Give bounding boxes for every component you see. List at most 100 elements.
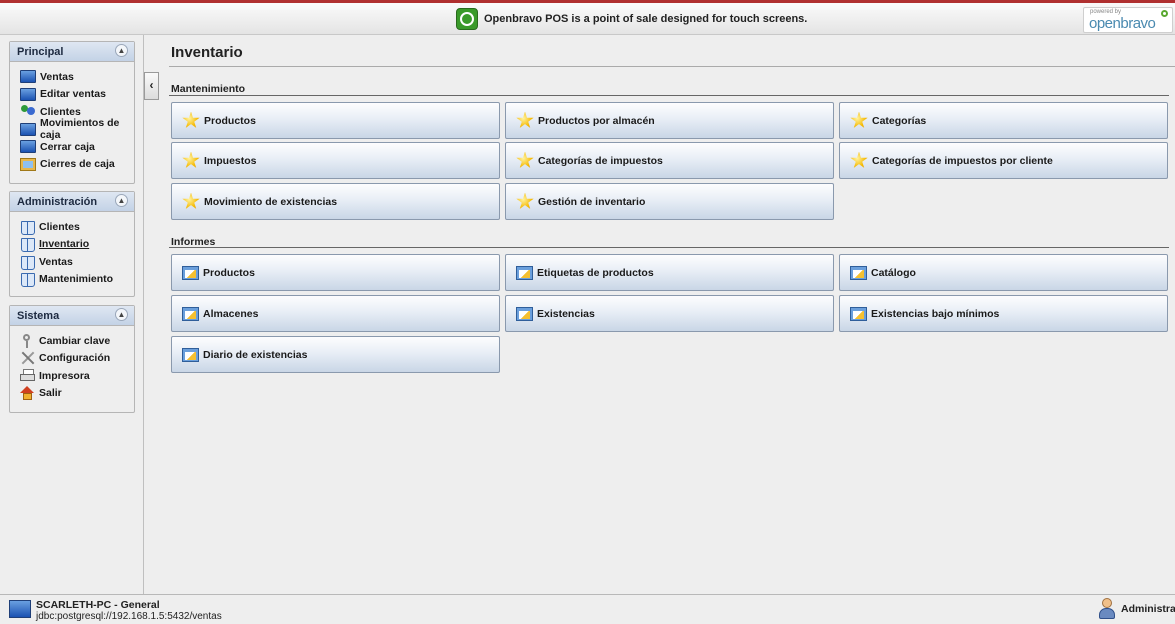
star-icon xyxy=(516,151,534,168)
printer-icon xyxy=(20,368,35,383)
collapse-sidebar-button[interactable]: ‹ xyxy=(144,72,159,100)
impuestos-button[interactable]: Impuestos xyxy=(171,142,500,179)
sidebar-item-ventas[interactable]: Ventas xyxy=(20,68,134,86)
book-icon xyxy=(20,220,35,235)
panel-header: Sistema ▲ xyxy=(10,306,134,326)
report-icon xyxy=(516,306,533,321)
sidebar-item-label: Movimientos de caja xyxy=(40,117,120,142)
button-label: Catálogo xyxy=(871,266,916,279)
sidebar-item-label: Inventario xyxy=(39,238,90,251)
sidebar-item-label: Salir xyxy=(39,387,62,400)
button-label: Productos por almacén xyxy=(538,114,655,127)
sidebar-item-label: Cambiar clave xyxy=(39,334,111,347)
collapse-chevron-icon[interactable]: ▲ xyxy=(115,194,128,207)
button-label: Almacenes xyxy=(203,307,259,320)
panel-sistema: Sistema ▲ Cambiar clave Configuración Im… xyxy=(9,305,135,413)
star-icon xyxy=(850,111,868,128)
tools-icon xyxy=(20,350,35,366)
report-almacenes-button[interactable]: Almacenes xyxy=(171,295,500,332)
sidebar-item-movimientos-de-caja[interactable]: Movimientos de caja xyxy=(20,117,134,141)
user-name[interactable]: Administrator xyxy=(1121,603,1175,615)
sidebar-item-editar-ventas[interactable]: Editar ventas xyxy=(20,86,134,104)
monitor-icon xyxy=(20,70,36,84)
star-icon xyxy=(516,192,534,209)
sidebar-item-mantenimiento[interactable]: Mantenimiento xyxy=(20,271,134,289)
sidebar-item-label: Editar ventas xyxy=(40,88,106,101)
panel-header: Principal ▲ xyxy=(10,42,134,62)
sidebar-item-inventario[interactable]: Inventario xyxy=(20,236,134,254)
collapse-chevron-icon[interactable]: ▲ xyxy=(115,44,128,57)
sidebar-item-label: Cierres de caja xyxy=(40,158,115,171)
sidebar-item-label: Mantenimiento xyxy=(39,273,114,286)
button-label: Categorías de impuestos por cliente xyxy=(872,154,1053,167)
monitor-icon xyxy=(20,122,36,136)
sidebar-item-cambiar-clave[interactable]: Cambiar clave xyxy=(20,332,134,350)
book-icon xyxy=(20,255,35,270)
panel-title: Principal xyxy=(17,46,64,58)
sidebar-item-ventas[interactable]: Ventas xyxy=(20,253,134,271)
openbravo-logo-icon xyxy=(456,8,478,30)
report-diario-de-existencias-button[interactable]: Diario de existencias xyxy=(171,336,500,373)
brand-ring-icon xyxy=(1161,10,1168,17)
star-icon xyxy=(850,151,868,168)
button-label: Gestión de inventario xyxy=(538,195,646,208)
button-label: Impuestos xyxy=(204,154,257,167)
report-existencias-button[interactable]: Existencias xyxy=(505,295,834,332)
panel-title: Administración xyxy=(17,196,98,208)
sidebar-item-cierres-de-caja[interactable]: Cierres de caja xyxy=(20,156,134,174)
database-url: jdbc:postgresql://192.168.1.5:5432/venta… xyxy=(36,611,222,622)
main-content: Inventario Mantenimiento Productos Produ… xyxy=(159,35,1175,594)
user-icon xyxy=(1099,598,1115,620)
star-icon xyxy=(516,111,534,128)
sidebar-item-label: Configuración xyxy=(39,352,111,365)
star-icon xyxy=(182,192,200,209)
report-icon xyxy=(850,265,867,280)
gestion-de-inventario-button[interactable]: Gestión de inventario xyxy=(505,183,834,220)
sidebar-item-impresora[interactable]: Impresora xyxy=(20,367,134,385)
page-title: Inventario xyxy=(171,44,243,61)
sidebar-item-label: Ventas xyxy=(40,70,74,83)
button-label: Existencias xyxy=(537,307,595,320)
button-label: Productos xyxy=(204,114,256,127)
report-productos-button[interactable]: Productos xyxy=(171,254,500,291)
button-label: Etiquetas de productos xyxy=(537,266,654,279)
productos-button[interactable]: Productos xyxy=(171,102,500,139)
title-divider xyxy=(169,66,1175,67)
sidebar-item-salir[interactable]: Salir xyxy=(20,385,134,403)
monitor-icon xyxy=(9,600,31,618)
sidebar: Principal ▲ Ventas Editar ventas Cliente… xyxy=(0,35,144,594)
top-banner: Openbravo POS is a point of sale designe… xyxy=(0,3,1175,35)
section-divider xyxy=(169,95,1169,96)
button-label: Productos xyxy=(203,266,255,279)
panel-header: Administración ▲ xyxy=(10,192,134,212)
button-label: Categorías xyxy=(872,114,927,127)
report-icon xyxy=(182,306,199,321)
button-label: Diario de existencias xyxy=(203,348,308,361)
panel-title: Sistema xyxy=(17,310,60,322)
section-label-mantenimiento: Mantenimiento xyxy=(171,83,246,95)
host-label: SCARLETH-PC - General xyxy=(36,599,160,611)
report-existencias-bajo-minimos-button[interactable]: Existencias bajo mínimos xyxy=(839,295,1168,332)
productos-por-almacen-button[interactable]: Productos por almacén xyxy=(505,102,834,139)
star-icon xyxy=(182,111,200,128)
categorias-button[interactable]: Categorías xyxy=(839,102,1168,139)
monitor-icon xyxy=(20,140,36,154)
brand-name: openbravo xyxy=(1089,15,1156,32)
sidebar-item-configuracion[interactable]: Configuración xyxy=(20,350,134,368)
report-etiquetas-de-productos-button[interactable]: Etiquetas de productos xyxy=(505,254,834,291)
people-icon xyxy=(20,105,36,118)
report-catalogo-button[interactable]: Catálogo xyxy=(839,254,1168,291)
categorias-de-impuestos-button[interactable]: Categorías de impuestos xyxy=(505,142,834,179)
report-icon xyxy=(850,306,867,321)
collapse-chevron-icon[interactable]: ▲ xyxy=(115,308,128,321)
book-icon xyxy=(20,272,35,288)
categorias-impuestos-cliente-button[interactable]: Categorías de impuestos por cliente xyxy=(839,142,1168,179)
movimiento-de-existencias-button[interactable]: Movimiento de existencias xyxy=(171,183,500,220)
banner-message: Openbravo POS is a point of sale designe… xyxy=(456,8,807,30)
panel-principal: Principal ▲ Ventas Editar ventas Cliente… xyxy=(9,41,135,184)
sidebar-item-clientes[interactable]: Clientes xyxy=(20,218,134,236)
calculator-icon xyxy=(20,157,36,171)
star-icon xyxy=(182,151,200,168)
banner-text: Openbravo POS is a point of sale designe… xyxy=(484,13,808,25)
section-divider xyxy=(169,247,1169,248)
